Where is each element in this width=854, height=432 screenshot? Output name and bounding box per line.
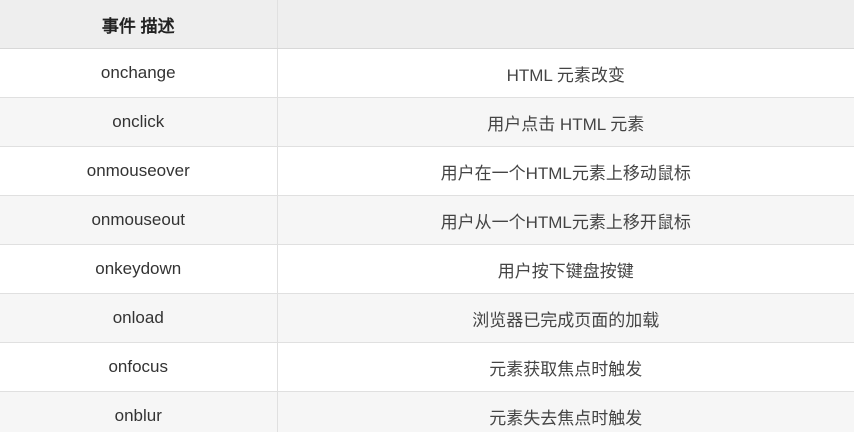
event-description-cell: 用户按下键盘按键 xyxy=(277,244,854,294)
table-row: onload 浏览器已完成页面的加载 xyxy=(0,293,854,343)
table-row: onmouseout 用户从一个HTML元素上移开鼠标 xyxy=(0,195,854,245)
table-header-row: 事件 描述 xyxy=(0,0,854,49)
table-row: onclick 用户点击 HTML 元素 xyxy=(0,97,854,147)
table-row: onmouseover 用户在一个HTML元素上移动鼠标 xyxy=(0,146,854,196)
event-description-cell: 用户从一个HTML元素上移开鼠标 xyxy=(277,195,854,245)
table-row: onkeydown 用户按下键盘按键 xyxy=(0,244,854,294)
event-name-cell: onmouseout xyxy=(0,195,278,245)
event-name-cell: onkeydown xyxy=(0,244,278,294)
table-row: onblur 元素失去焦点时触发 xyxy=(0,391,854,432)
event-description-cell: 元素失去焦点时触发 xyxy=(277,391,854,432)
event-name-cell: onblur xyxy=(0,391,278,432)
event-description-cell: 用户点击 HTML 元素 xyxy=(277,97,854,147)
event-description-cell: HTML 元素改变 xyxy=(277,48,854,98)
event-name-cell: onclick xyxy=(0,97,278,147)
event-name-cell: onmouseover xyxy=(0,146,278,196)
table-row: onchange HTML 元素改变 xyxy=(0,48,854,98)
header-event-description: 事件 描述 xyxy=(0,0,278,49)
event-name-cell: onload xyxy=(0,293,278,343)
event-description-cell: 浏览器已完成页面的加载 xyxy=(277,293,854,343)
header-empty xyxy=(277,0,854,49)
events-table: 事件 描述 onchange HTML 元素改变 onclick 用户点击 HT… xyxy=(0,0,854,432)
table-row: onfocus 元素获取焦点时触发 xyxy=(0,342,854,392)
event-description-cell: 元素获取焦点时触发 xyxy=(277,342,854,392)
event-name-cell: onfocus xyxy=(0,342,278,392)
event-description-cell: 用户在一个HTML元素上移动鼠标 xyxy=(277,146,854,196)
event-name-cell: onchange xyxy=(0,48,278,98)
